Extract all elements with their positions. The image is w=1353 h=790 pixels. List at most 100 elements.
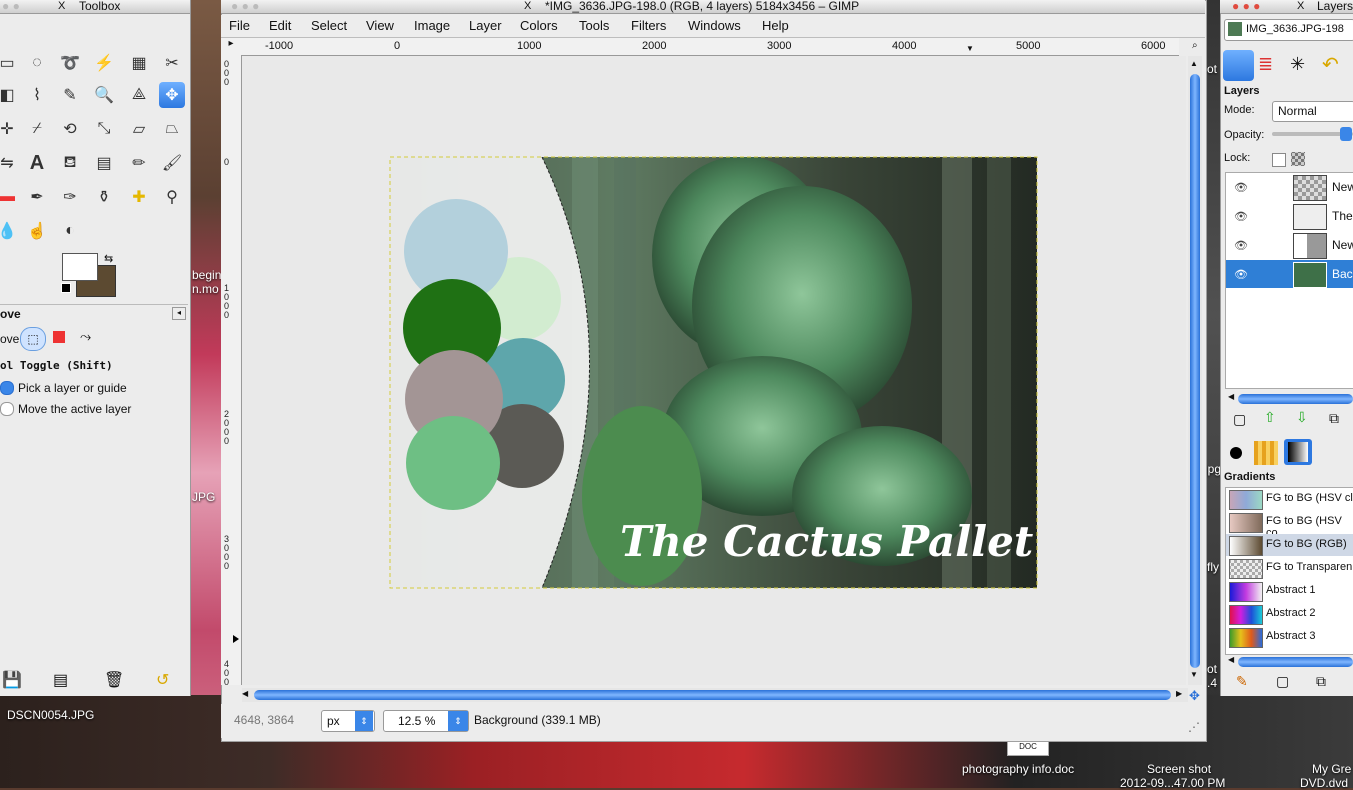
gradient-row[interactable]: Abstract 2	[1226, 603, 1353, 625]
pick-layer-radio[interactable]	[0, 381, 14, 395]
gradients-scroll-thumb[interactable]	[1238, 657, 1353, 667]
desktop-file-dscn[interactable]: DSCN0054.JPG	[7, 708, 94, 722]
image-window-buttons-icon[interactable]: ● ● ●	[231, 0, 259, 13]
unit-dropdown-icon[interactable]: ⇕	[355, 711, 373, 731]
edit-gradient-icon[interactable]: ✎	[1236, 673, 1248, 690]
scroll-right-icon[interactable]: ▶	[1176, 689, 1182, 698]
duplicate-gradient-icon[interactable]: ⧉	[1316, 673, 1326, 690]
image-canvas[interactable]: The Cactus Pallet	[242, 56, 1186, 685]
color-picker-icon[interactable]: ✎	[57, 82, 83, 108]
eye-icon[interactable]: 👁	[1234, 210, 1248, 223]
layers-window-buttons-icon[interactable]: ● ● ●	[1232, 0, 1260, 13]
foreground-color-swatch[interactable]	[62, 253, 98, 281]
menu-layer[interactable]: Layer	[469, 18, 502, 33]
save-options-icon[interactable]: 💾	[2, 670, 22, 690]
flip-icon[interactable]: ⇋	[0, 150, 20, 176]
gradient-row-selected[interactable]: FG to BG (RGB)	[1226, 534, 1353, 556]
opacity-slider-handle[interactable]	[1340, 127, 1352, 141]
menu-help[interactable]: Help	[762, 18, 789, 33]
blend-icon[interactable]: ▤	[91, 150, 117, 176]
layers-hscrollbar[interactable]: ◀	[1226, 392, 1353, 405]
move-path-icon[interactable]: ⤳	[80, 328, 91, 345]
horizontal-scrollbar[interactable]: ◀ ▶	[242, 688, 1188, 702]
scroll-left-icon[interactable]: ◀	[242, 689, 248, 698]
move-tool-icon[interactable]: ✥	[159, 82, 185, 108]
menu-windows[interactable]: Windows	[688, 18, 741, 33]
dodge-burn-icon[interactable]: ◐	[57, 218, 83, 244]
gradient-row[interactable]: Abstract 1	[1226, 580, 1353, 602]
horizontal-scroll-thumb[interactable]	[254, 690, 1171, 700]
ruler-corner-icon[interactable]: ▸	[221, 38, 242, 56]
reset-options-icon[interactable]: ↺	[156, 670, 169, 690]
select-by-color-icon[interactable]: ▦	[126, 50, 152, 76]
rotate-icon[interactable]: ⟲	[57, 116, 83, 142]
paths-icon[interactable]: ⌇	[24, 82, 50, 108]
restore-options-icon[interactable]: ▤	[53, 670, 68, 690]
move-layer-icon[interactable]: ⬚	[20, 327, 46, 351]
resize-grip-icon[interactable]: ⋰	[1188, 720, 1200, 734]
scroll-left-icon[interactable]: ◀	[1228, 392, 1234, 401]
gradient-row[interactable]: FG to BG (HSV cl	[1226, 488, 1353, 510]
layer-row-selected[interactable]: 👁 Bac	[1226, 260, 1353, 288]
lasso-icon[interactable]: ➰	[57, 50, 83, 76]
mode-select[interactable]: Normal	[1272, 101, 1353, 122]
perspective-icon[interactable]: ⏢	[159, 116, 185, 142]
scale-icon[interactable]: ⤡	[91, 116, 117, 142]
tab-patterns-icon[interactable]	[1254, 441, 1278, 465]
default-colors-icon[interactable]	[61, 283, 71, 293]
zoom-dropdown-icon[interactable]: ⇕	[448, 711, 468, 731]
foreground-select-icon[interactable]: ◧	[0, 82, 20, 108]
image-window-titlebar[interactable]: ● ● ● X *IMG_3636.JPG-198.0 (RGB, 4 laye…	[221, 0, 1205, 14]
measure-icon[interactable]: ⟁	[126, 82, 152, 108]
heal-icon[interactable]: ✚	[126, 184, 152, 210]
menu-file[interactable]: File	[229, 18, 250, 33]
tab-undo-icon[interactable]: ↶	[1322, 52, 1339, 77]
gradient-row[interactable]: FG to BG (HSV co	[1226, 511, 1353, 539]
eye-icon[interactable]: 👁	[1234, 268, 1248, 281]
menu-image[interactable]: Image	[414, 18, 450, 33]
lock-pixels-checkbox[interactable]	[1272, 153, 1286, 167]
vertical-scrollbar[interactable]: ▲ ▼	[1188, 56, 1202, 685]
crop-icon[interactable]: ⌿	[24, 116, 50, 142]
layers-scroll-thumb[interactable]	[1238, 394, 1353, 404]
layer-row[interactable]: 👁 The	[1226, 202, 1353, 230]
menu-colors[interactable]: Colors	[520, 18, 558, 33]
menu-view[interactable]: View	[366, 18, 394, 33]
ellipse-select-icon[interactable]: ◌	[24, 50, 50, 76]
lock-alpha-icon[interactable]	[1291, 152, 1305, 166]
airbrush-icon[interactable]: ✒	[24, 184, 50, 210]
new-gradient-icon[interactable]: ▢	[1276, 673, 1289, 690]
layers-titlebar[interactable]: ● ● ● X Layers	[1220, 0, 1353, 14]
magic-wand-icon[interactable]: ⚡	[91, 50, 117, 76]
tab-paths-icon[interactable]: ✳	[1290, 54, 1305, 75]
zoom-select[interactable]: 12.5 % ⇕	[383, 710, 469, 732]
move-selection-icon[interactable]	[53, 331, 65, 343]
scissors-icon[interactable]: ✂	[159, 50, 185, 76]
swap-colors-icon[interactable]: ⇆	[104, 252, 113, 265]
align-icon[interactable]: ✛	[0, 116, 20, 142]
smudge-icon[interactable]: ☝	[24, 218, 50, 244]
menu-filters[interactable]: Filters	[631, 18, 666, 33]
delete-options-icon[interactable]: 🗑	[104, 670, 124, 690]
new-layer-icon[interactable]: ▢	[1233, 411, 1246, 428]
scroll-up-icon[interactable]: ▲	[1190, 59, 1198, 68]
horizontal-ruler[interactable]: -1000 0 1000 2000 3000 4000 5000 6000 ▼	[241, 38, 1179, 56]
options-menu-icon[interactable]: ◂	[172, 307, 186, 320]
duplicate-layer-icon[interactable]: ⧉	[1329, 410, 1339, 427]
gradients-hscrollbar[interactable]: ◀	[1226, 655, 1353, 668]
zoom-icon[interactable]: 🔍	[91, 82, 117, 108]
menu-select[interactable]: Select	[311, 18, 347, 33]
tab-gradients-icon[interactable]	[1284, 439, 1312, 465]
desktop-file-screenshot[interactable]: Screen shot	[1147, 762, 1211, 776]
window-buttons-icon[interactable]: ● ●	[2, 0, 20, 13]
shear-icon[interactable]: ▱	[126, 116, 152, 142]
vertical-scroll-thumb[interactable]	[1190, 74, 1200, 668]
blur-icon[interactable]: 💧	[0, 218, 20, 244]
image-selector[interactable]: IMG_3636.JPG-198	[1224, 19, 1353, 41]
menu-tools[interactable]: Tools	[579, 18, 609, 33]
eraser-icon[interactable]: ▬	[0, 184, 20, 210]
toolbox-titlebar[interactable]: ● ● X Toolbox	[0, 0, 190, 14]
bucket-fill-icon[interactable]: ⛾	[57, 150, 83, 176]
raise-layer-icon[interactable]: ⇧	[1264, 409, 1276, 426]
scroll-left-icon[interactable]: ◀	[1228, 655, 1234, 664]
